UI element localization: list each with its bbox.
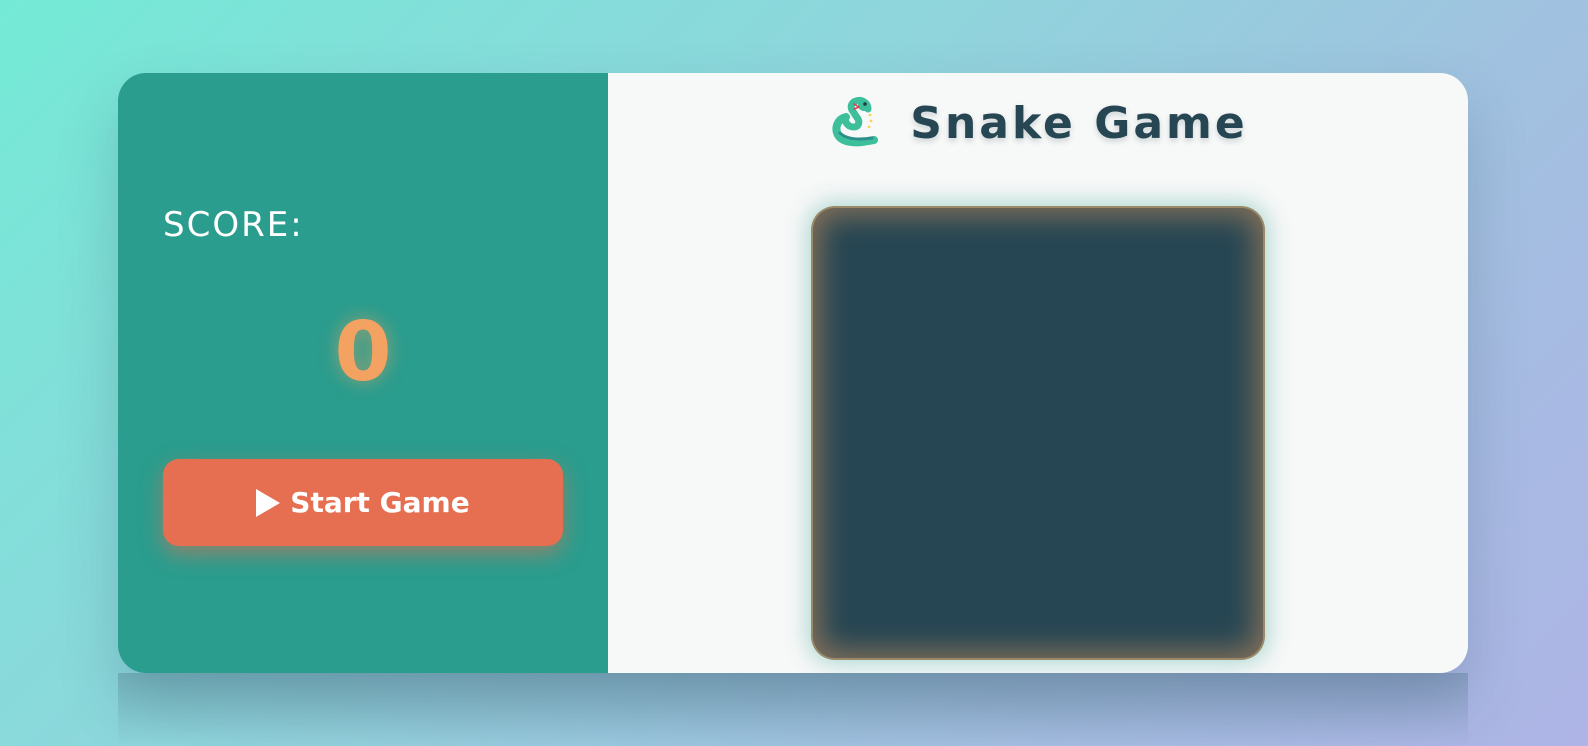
title-row: Snake Game	[608, 95, 1468, 151]
page-title: Snake Game	[910, 97, 1248, 149]
score-label: SCORE:	[163, 205, 304, 245]
app-reflection	[118, 673, 1468, 746]
game-board[interactable]	[813, 208, 1263, 658]
play-icon	[256, 488, 281, 517]
snake-icon	[828, 95, 880, 151]
game-app: SCORE: 0 Start Game Snake Game	[118, 73, 1468, 673]
start-game-button[interactable]: Start Game	[163, 459, 563, 546]
score-value: 0	[334, 305, 392, 400]
game-panel: Snake Game	[608, 73, 1468, 673]
score-sidebar: SCORE: 0 Start Game	[118, 73, 608, 673]
start-game-label: Start Game	[290, 486, 470, 519]
